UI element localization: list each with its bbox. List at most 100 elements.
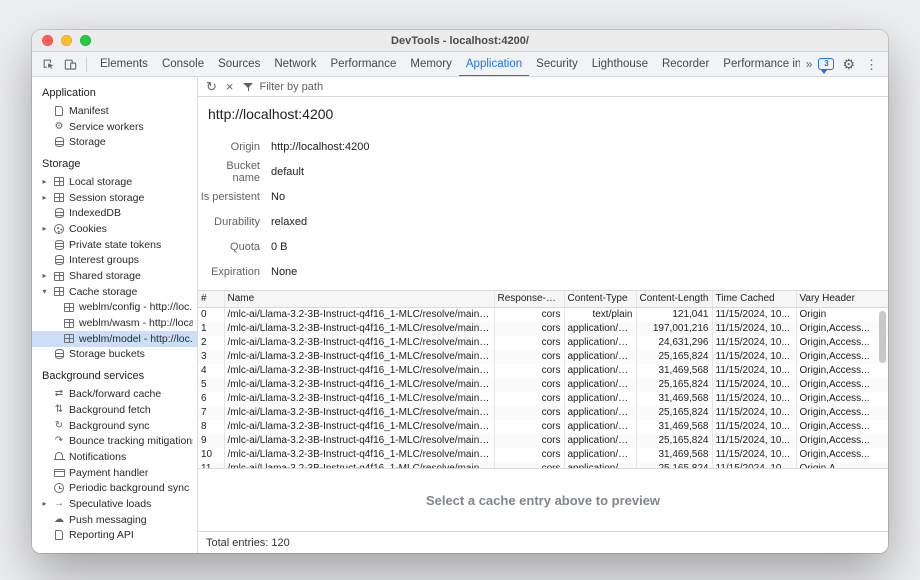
cache-entry-row[interactable]: 4/mlc-ai/Llama-3.2-3B-Instruct-q4f16_1-M… xyxy=(198,364,888,378)
manifest-icon xyxy=(53,106,65,116)
bell-icon xyxy=(53,454,65,459)
filter-by-path-input[interactable]: Filter by path xyxy=(260,81,324,93)
sidebar-item-storage[interactable]: Storage xyxy=(32,134,197,150)
speech-bubble-icon: 3 xyxy=(818,58,834,70)
devtools-window: DevTools - localhost:4200/ Elements Cons… xyxy=(32,30,888,553)
expand-collapsed-icon[interactable]: ▸ xyxy=(40,178,49,186)
expand-collapsed-icon[interactable]: ▸ xyxy=(40,225,49,233)
tab-security[interactable]: Security xyxy=(529,52,585,77)
tab-recorder[interactable]: Recorder xyxy=(655,52,716,77)
sidebar-item-reporting-api[interactable]: Reporting API xyxy=(32,528,197,544)
status-footer: Total entries: 120 xyxy=(198,531,888,553)
sidebar-item-local-storage[interactable]: ▸ Local storage xyxy=(32,174,197,190)
table-icon xyxy=(63,319,75,328)
tab-lighthouse[interactable]: Lighthouse xyxy=(585,52,655,77)
sidebar-item-payment-handler[interactable]: Payment handler xyxy=(32,465,197,481)
delete-selected-icon[interactable]: × xyxy=(226,80,234,93)
sidebar-item-session-storage[interactable]: ▸ Session storage xyxy=(32,190,197,206)
cache-entry-row[interactable]: 10/mlc-ai/Llama-3.2-3B-Instruct-q4f16_1-… xyxy=(198,448,888,462)
table-icon xyxy=(63,334,75,343)
tab-network[interactable]: Network xyxy=(267,52,323,77)
cache-entry-row[interactable]: 3/mlc-ai/Llama-3.2-3B-Instruct-q4f16_1-M… xyxy=(198,350,888,364)
sidebar-item-push-messaging[interactable]: ☁ Push messaging xyxy=(32,512,197,528)
col-name[interactable]: Name xyxy=(224,291,494,308)
database-icon xyxy=(53,240,65,250)
tab-application[interactable]: Application xyxy=(459,52,529,77)
table-icon xyxy=(53,177,65,186)
cache-entry-row[interactable]: 11/mlc-ai/Llama-3.2-3B-Instruct-q4f16_1-… xyxy=(198,462,888,468)
table-icon xyxy=(53,287,65,296)
sidebar-section-background-services: Background services xyxy=(32,362,197,386)
device-toolbar-icon[interactable] xyxy=(60,54,80,74)
tabbar-right-controls: 3 ⚙ ⋮ xyxy=(818,57,882,71)
expand-collapsed-icon[interactable]: ▸ xyxy=(40,500,49,508)
sidebar-item-interest-groups[interactable]: Interest groups xyxy=(32,253,197,269)
col-content-type[interactable]: Content-Type xyxy=(564,291,636,308)
console-messages-icon[interactable]: 3 xyxy=(818,58,834,70)
cookie-icon xyxy=(53,224,65,234)
sidebar-item-background-sync[interactable]: ↻ Background sync xyxy=(32,418,197,434)
table-icon xyxy=(53,272,65,281)
sidebar-item-bounce-tracking-mitigations[interactable]: ↷ Bounce tracking mitigations xyxy=(32,433,197,449)
sidebar-item-cookies[interactable]: ▸ Cookies xyxy=(32,221,197,237)
sidebar-item-cache-storage[interactable]: ▾ Cache storage xyxy=(32,284,197,300)
inspect-element-icon[interactable] xyxy=(38,54,58,74)
close-window-button[interactable] xyxy=(42,35,53,46)
sidebar-item-weblm-model[interactable]: weblm/model - http://loc... xyxy=(32,331,197,347)
table-scrollbar[interactable] xyxy=(879,311,886,363)
settings-gear-icon[interactable]: ⚙ xyxy=(842,57,855,71)
cache-entry-row[interactable]: 7/mlc-ai/Llama-3.2-3B-Instruct-q4f16_1-M… xyxy=(198,406,888,420)
col-number[interactable]: # xyxy=(198,291,224,308)
tab-elements[interactable]: Elements xyxy=(93,52,155,77)
sidebar-item-notifications[interactable]: Notifications xyxy=(32,449,197,465)
sidebar-item-speculative-loads[interactable]: ▸ → Speculative loads xyxy=(32,496,197,512)
kebab-menu-icon[interactable]: ⋮ xyxy=(863,58,880,71)
cache-entry-row[interactable]: 9/mlc-ai/Llama-3.2-3B-Instruct-q4f16_1-M… xyxy=(198,434,888,448)
cache-toolbar: ↻ × Filter by path xyxy=(198,77,888,97)
table-icon xyxy=(63,303,75,312)
expand-collapsed-icon[interactable]: ▸ xyxy=(40,272,49,280)
col-content-length[interactable]: Content-Length xyxy=(636,291,712,308)
sidebar-item-weblm-config[interactable]: weblm/config - http://loc... xyxy=(32,300,197,316)
zoom-window-button[interactable] xyxy=(80,35,91,46)
sidebar-item-periodic-background-sync[interactable]: Periodic background sync xyxy=(32,480,197,496)
tab-sources[interactable]: Sources xyxy=(211,52,267,77)
cache-entry-row[interactable]: 5/mlc-ai/Llama-3.2-3B-Instruct-q4f16_1-M… xyxy=(198,378,888,392)
cache-entry-row[interactable]: 2/mlc-ai/Llama-3.2-3B-Instruct-q4f16_1-M… xyxy=(198,336,888,350)
expand-collapsed-icon[interactable]: ▸ xyxy=(40,194,49,202)
sidebar-item-service-workers[interactable]: ⚙ Service workers xyxy=(32,119,197,135)
tab-memory[interactable]: Memory xyxy=(403,52,459,77)
window-titlebar: DevTools - localhost:4200/ xyxy=(32,30,888,52)
back-forward-icon: ⇄ xyxy=(53,389,65,399)
sidebar-item-indexeddb[interactable]: IndexedDB xyxy=(32,205,197,221)
sidebar-item-manifest[interactable]: Manifest xyxy=(32,103,197,119)
service-workers-icon: ⚙ xyxy=(53,122,65,132)
tab-performance-insights[interactable]: Performance insights ⚗ xyxy=(716,52,799,77)
sidebar-item-weblm-wasm[interactable]: weblm/wasm - http://loca... xyxy=(32,315,197,331)
traffic-lights xyxy=(42,35,91,46)
preview-placeholder-text: Select a cache entry above to preview xyxy=(426,493,660,508)
filter-funnel-icon[interactable] xyxy=(243,82,254,92)
col-response-type[interactable]: Response-Type xyxy=(494,291,564,308)
col-vary-header[interactable]: Vary Header xyxy=(796,291,888,308)
cache-entry-row[interactable]: 6/mlc-ai/Llama-3.2-3B-Instruct-q4f16_1-M… xyxy=(198,392,888,406)
minimize-window-button[interactable] xyxy=(61,35,72,46)
sidebar-item-shared-storage[interactable]: ▸ Shared storage xyxy=(32,268,197,284)
more-tabs-icon[interactable]: » xyxy=(802,57,817,71)
tab-performance[interactable]: Performance xyxy=(324,52,404,77)
sidebar-item-back-forward-cache[interactable]: ⇄ Back/forward cache xyxy=(32,386,197,402)
cache-entry-row[interactable]: 1/mlc-ai/Llama-3.2-3B-Instruct-q4f16_1-M… xyxy=(198,322,888,336)
col-time-cached[interactable]: Time Cached xyxy=(712,291,796,308)
cache-entry-preview: Select a cache entry above to preview xyxy=(198,468,888,531)
sidebar-item-storage-buckets[interactable]: Storage buckets xyxy=(32,347,197,363)
refresh-icon[interactable]: ↻ xyxy=(206,80,217,93)
clock-icon xyxy=(53,483,65,493)
expand-expanded-icon[interactable]: ▾ xyxy=(40,288,49,296)
tab-console[interactable]: Console xyxy=(155,52,211,77)
cache-entry-row[interactable]: 0/mlc-ai/Llama-3.2-3B-Instruct-q4f16_1-M… xyxy=(198,308,888,323)
cache-entry-row[interactable]: 8/mlc-ai/Llama-3.2-3B-Instruct-q4f16_1-M… xyxy=(198,420,888,434)
cache-origin-title: http://localhost:4200 xyxy=(198,97,888,131)
sidebar-item-background-fetch[interactable]: ⇅ Background fetch xyxy=(32,402,197,418)
database-icon xyxy=(53,255,65,265)
sidebar-item-private-state-tokens[interactable]: Private state tokens xyxy=(32,237,197,253)
